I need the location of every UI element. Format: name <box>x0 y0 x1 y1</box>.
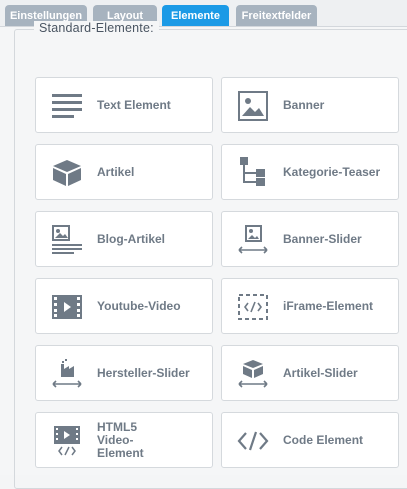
element-blog-artikel[interactable]: Blog-Artikel <box>35 211 213 267</box>
element-html5-video[interactable]: HTML5 Video-Element <box>35 412 213 468</box>
element-label: Code Element <box>283 432 364 447</box>
element-label: Banner <box>283 97 325 112</box>
tab-elemente[interactable]: Elemente <box>162 5 229 26</box>
html5-video-icon <box>51 425 83 457</box>
text-lines-icon <box>51 90 83 122</box>
manufacturer-slider-icon <box>51 358 83 390</box>
element-text[interactable]: Text Element <box>35 77 213 133</box>
element-label: Artikel <box>97 164 135 179</box>
video-icon <box>51 291 83 323</box>
section-legend: Standard-Elemente: <box>34 21 159 35</box>
element-label: Banner-Slider <box>283 231 362 246</box>
blog-article-icon <box>51 224 83 256</box>
tab-freitextfelder[interactable]: Freitextfelder <box>236 5 317 26</box>
article-slider-icon <box>237 358 269 390</box>
element-artikel[interactable]: Artikel <box>35 144 213 200</box>
element-youtube-video[interactable]: Youtube-Video <box>35 278 213 334</box>
banner-slider-icon <box>237 224 269 256</box>
element-code[interactable]: Code Element <box>221 412 399 468</box>
element-label: Kategorie-Teaser <box>283 164 381 179</box>
element-label: Artikel-Slider <box>283 365 358 380</box>
image-icon <box>237 90 269 122</box>
code-icon <box>237 425 269 457</box>
element-label: iFrame-Element <box>283 298 374 313</box>
element-label: HTML5 Video-Element <box>97 419 144 460</box>
iframe-icon <box>237 291 269 323</box>
category-tree-icon <box>237 157 269 189</box>
element-label: Hersteller-Slider <box>97 365 190 380</box>
element-label: Text Element <box>97 97 171 112</box>
element-kategorie-teaser[interactable]: Kategorie-Teaser <box>221 144 399 200</box>
element-label: Blog-Artikel <box>97 231 166 246</box>
element-hersteller-slider[interactable]: Hersteller-Slider <box>35 345 213 401</box>
element-banner[interactable]: Banner <box>221 77 399 133</box>
element-artikel-slider[interactable]: Artikel-Slider <box>221 345 399 401</box>
box-icon <box>51 157 83 189</box>
element-iframe[interactable]: iFrame-Element <box>221 278 399 334</box>
element-banner-slider[interactable]: Banner-Slider <box>221 211 399 267</box>
element-label: Youtube-Video <box>97 298 181 313</box>
